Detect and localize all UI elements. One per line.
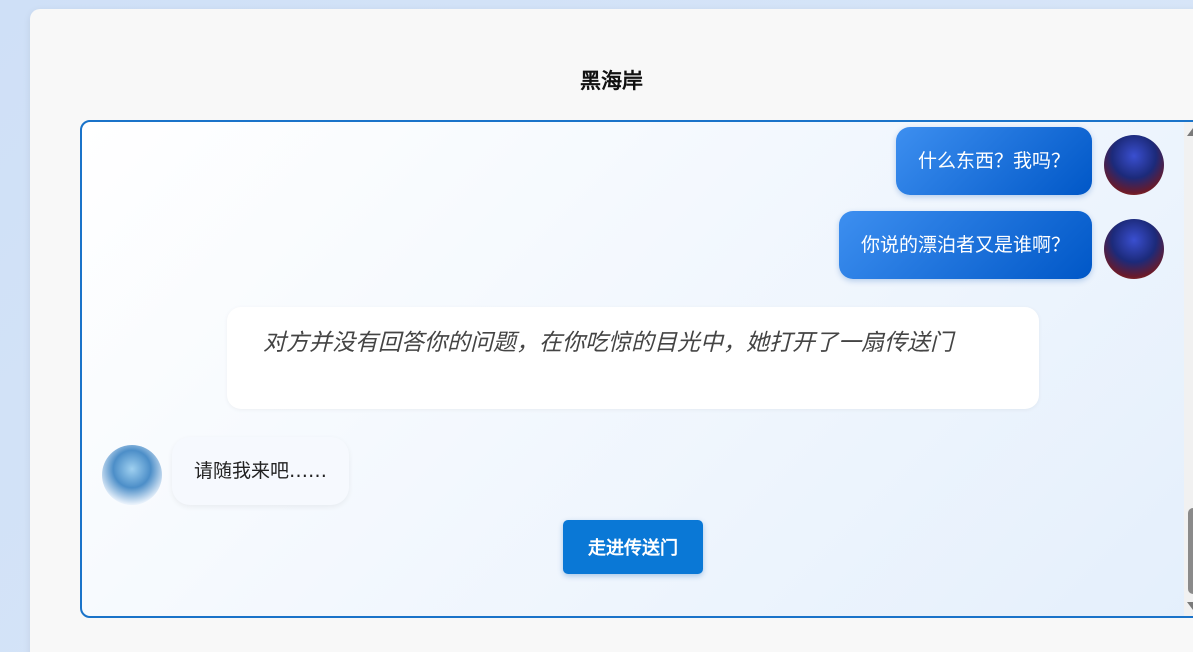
user-avatar [1104, 219, 1164, 279]
scroll-up-icon[interactable] [1187, 128, 1193, 136]
bot-avatar [102, 445, 162, 505]
scroll-thumb[interactable] [1188, 508, 1193, 594]
page-title: 黑海岸 [580, 69, 643, 93]
enter-portal-button[interactable]: 走进传送门 [563, 520, 703, 574]
chat-card: 黑海岸 什么东西？我吗？ 你说的漂泊者又是谁啊？ 对方并没有回答你的问题，在你吃… [30, 9, 1193, 652]
chat-scrollbar[interactable] [1184, 122, 1193, 616]
user-avatar [1104, 135, 1164, 195]
bot-message: 请随我来吧…… [172, 437, 350, 505]
user-message: 什么东西？我吗？ [895, 127, 1092, 195]
chat-window[interactable]: 什么东西？我吗？ 你说的漂泊者又是谁啊？ 对方并没有回答你的问题，在你吃惊的目光… [80, 120, 1193, 618]
scroll-down-icon[interactable] [1187, 602, 1193, 610]
narration-message: 对方并没有回答你的问题，在你吃惊的目光中，她打开了一扇传送门 [227, 307, 1039, 409]
user-message: 你说的漂泊者又是谁啊？ [838, 211, 1092, 279]
